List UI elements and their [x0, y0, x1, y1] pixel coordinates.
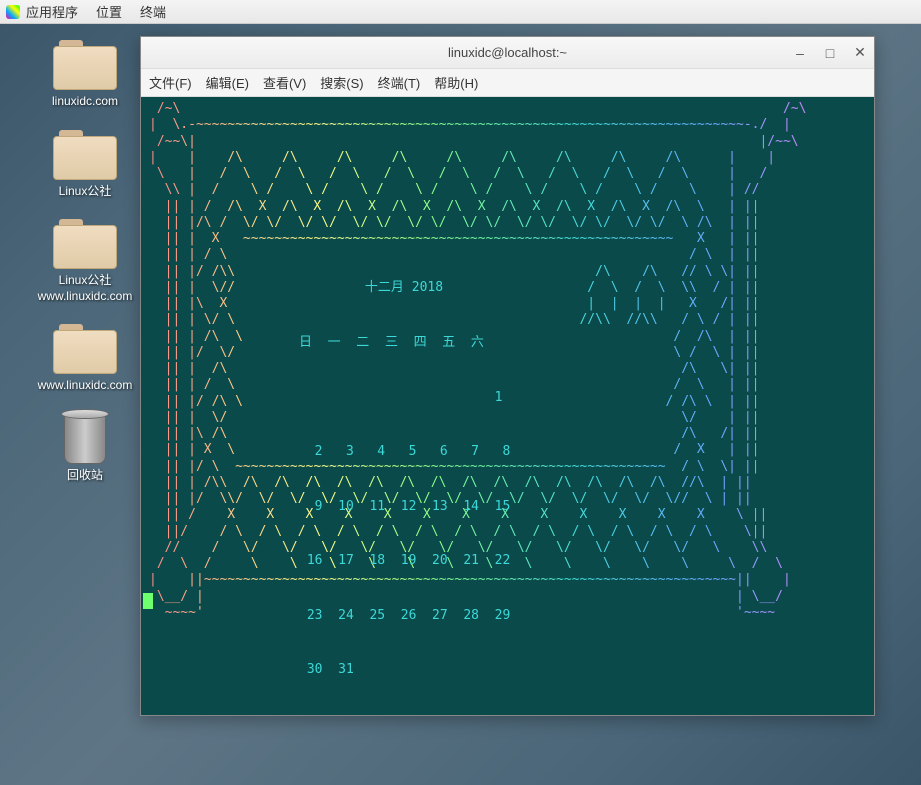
window-title: linuxidc@localhost:~	[448, 45, 567, 60]
desktop-folder[interactable]: www.linuxidc.com	[20, 324, 150, 394]
calendar-output: 十二月 2018 日 一 二 三 四 五 六 1 2 3 4 5 6 7 8 9…	[299, 243, 510, 715]
calendar-title: 十二月 2018	[299, 279, 509, 297]
menu-help[interactable]: 帮助(H)	[434, 73, 478, 92]
calendar-row: 9 10 11 12 13 14 15	[299, 498, 510, 516]
menu-places[interactable]: 位置	[96, 2, 122, 21]
folder-icon	[53, 324, 117, 374]
menu-search[interactable]: 搜索(S)	[320, 73, 363, 92]
folder-icon	[53, 40, 117, 90]
calendar-row: 2 3 4 5 6 7 8	[299, 443, 510, 461]
terminal-cursor	[143, 593, 153, 609]
desktop-folder[interactable]: Linux公社	[20, 130, 150, 200]
desktop-trash[interactable]: 回收站	[20, 414, 150, 484]
calendar-row: 16 17 18 19 20 21 22	[299, 552, 510, 570]
distro-logo-icon	[6, 5, 20, 19]
calendar-row: 30 31	[299, 661, 510, 679]
close-button[interactable]: ✕	[852, 45, 868, 61]
menu-terminal[interactable]: 终端(T)	[378, 73, 421, 92]
window-titlebar[interactable]: linuxidc@localhost:~ – □ ✕	[141, 37, 874, 69]
desktop-folder[interactable]: Linux公社 www.linuxidc.com	[20, 219, 150, 304]
menu-terminal[interactable]: 终端	[140, 2, 166, 21]
menu-applications[interactable]: 应用程序	[26, 2, 78, 21]
calendar-row: 1	[299, 389, 510, 407]
desktop-icons-area: linuxidc.com Linux公社 Linux公社 www.linuxid…	[20, 40, 150, 504]
system-taskbar: 应用程序 位置 终端	[0, 0, 921, 24]
terminal-body[interactable]: /~\ /~\ | \.-~~~~~~~~~~~~~~~~~~~~~~~~~~~…	[141, 97, 874, 715]
menu-file[interactable]: 文件(F)	[149, 73, 192, 92]
minimize-button[interactable]: –	[792, 45, 808, 61]
trash-icon	[64, 414, 106, 464]
calendar-row: 23 24 25 26 27 28 29	[299, 607, 510, 625]
maximize-button[interactable]: □	[822, 45, 838, 61]
terminal-menubar: 文件(F) 编辑(E) 查看(V) 搜索(S) 终端(T) 帮助(H)	[141, 69, 874, 97]
desktop-folder[interactable]: linuxidc.com	[20, 40, 150, 110]
menu-edit[interactable]: 编辑(E)	[206, 73, 249, 92]
calendar-weekdays: 日 一 二 三 四 五 六	[299, 334, 510, 352]
folder-icon	[53, 130, 117, 180]
folder-icon	[53, 219, 117, 269]
menu-view[interactable]: 查看(V)	[263, 73, 306, 92]
terminal-window: linuxidc@localhost:~ – □ ✕ 文件(F) 编辑(E) 查…	[140, 36, 875, 716]
